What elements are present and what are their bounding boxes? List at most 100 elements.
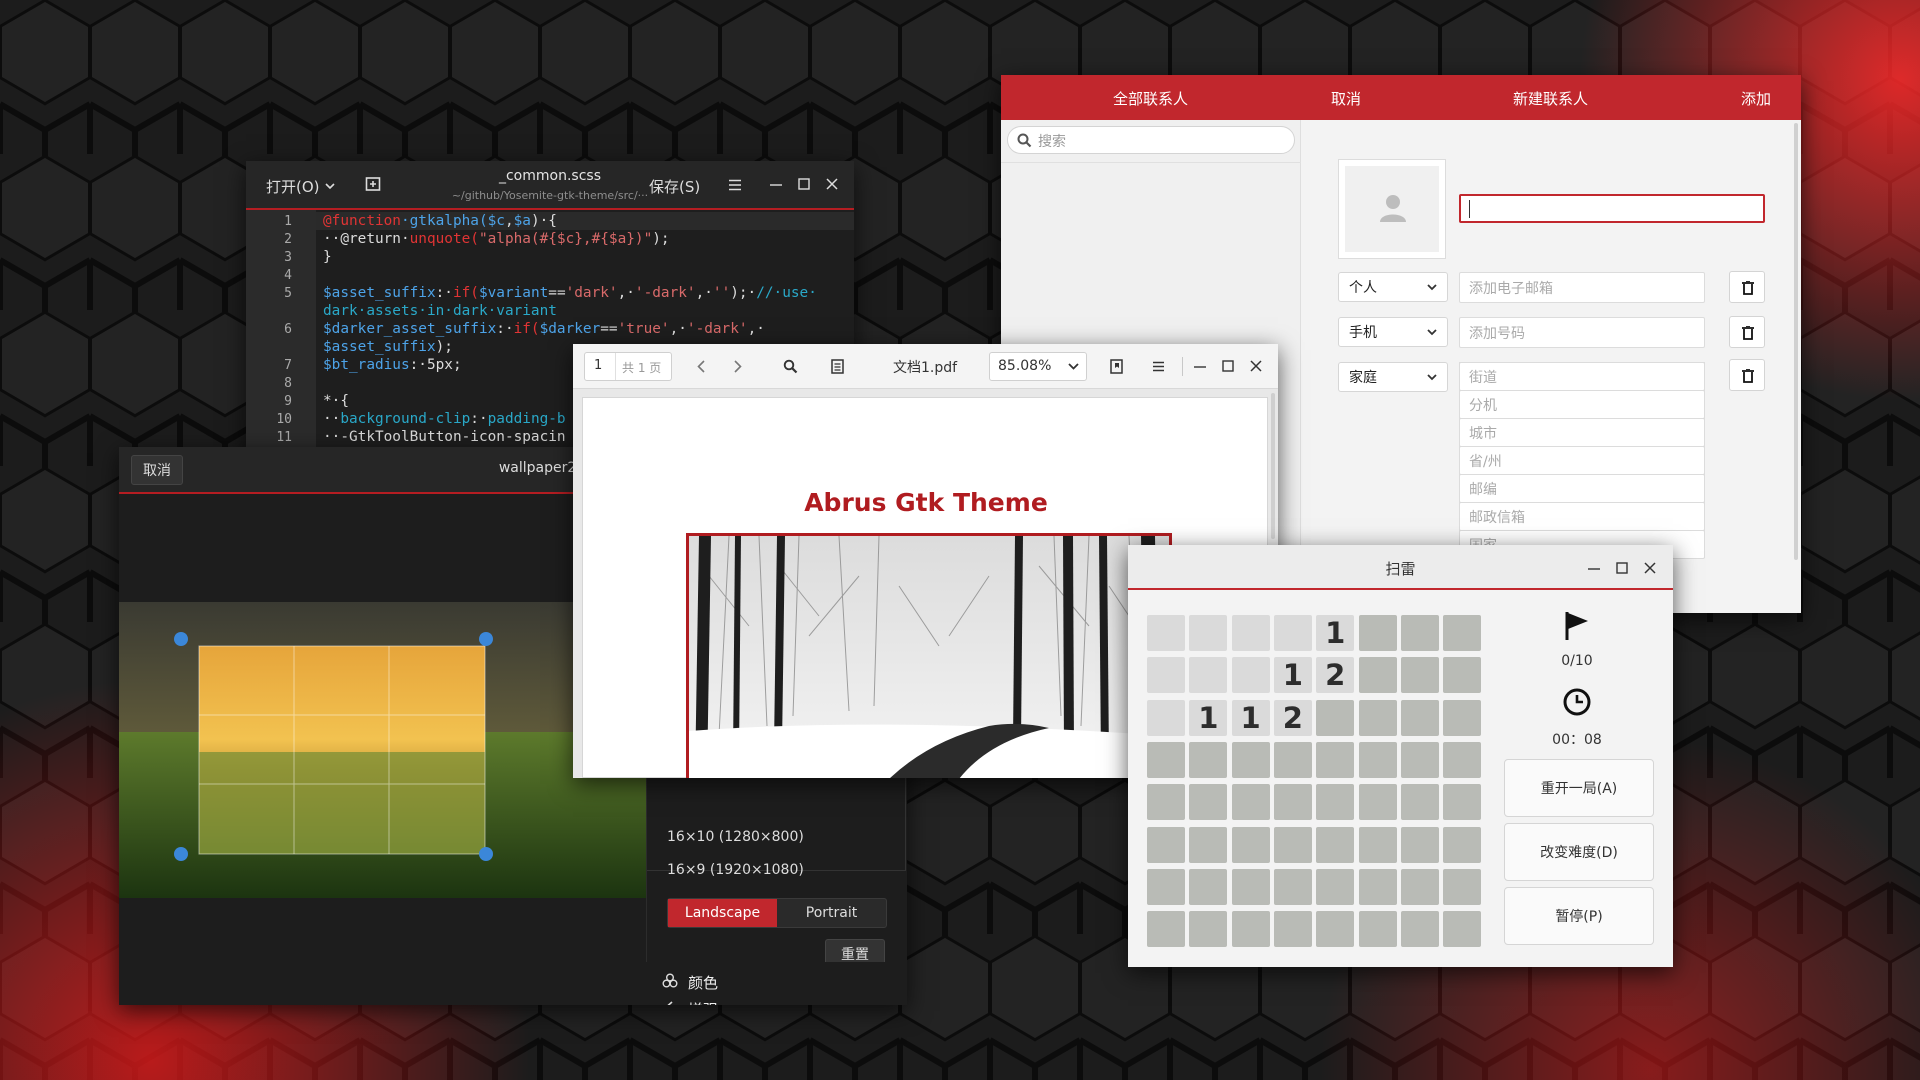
mine-cell[interactable]	[1400, 868, 1439, 905]
save-button[interactable]: 保存(S)	[649, 176, 700, 197]
mine-cell[interactable]	[1400, 615, 1439, 651]
mine-cell[interactable]	[1231, 657, 1270, 694]
mine-cell[interactable]	[1443, 615, 1482, 651]
po-box-field[interactable]: 邮政信箱	[1459, 502, 1705, 531]
mine-cell[interactable]	[1358, 911, 1397, 948]
mine-cell[interactable]	[1189, 826, 1228, 863]
mine-cell[interactable]	[1443, 826, 1482, 863]
bookmark-icon[interactable]	[1110, 359, 1123, 374]
mine-cell[interactable]	[1443, 868, 1482, 905]
mine-cell[interactable]	[1400, 911, 1439, 948]
mine-cell[interactable]	[1147, 615, 1185, 651]
image-canvas[interactable]	[119, 602, 646, 898]
delete-phone-button[interactable]	[1729, 316, 1765, 348]
minimize-icon[interactable]	[1194, 366, 1206, 368]
mine-cell[interactable]	[1358, 741, 1397, 778]
mine-cell[interactable]	[1231, 911, 1270, 948]
mine-cell[interactable]	[1443, 911, 1482, 948]
ratio-16x9-option[interactable]: 16×9 (1920×1080)	[667, 862, 804, 878]
phone-field[interactable]: 添加号码	[1459, 317, 1705, 348]
cancel-button[interactable]: 取消	[1331, 88, 1361, 109]
delete-address-button[interactable]	[1729, 359, 1765, 391]
province-field[interactable]: 省/州	[1459, 446, 1705, 475]
mine-cell[interactable]	[1358, 826, 1397, 863]
street-field[interactable]: 街道	[1459, 362, 1705, 391]
mine-cell[interactable]	[1231, 868, 1270, 905]
contacts-scrollbar[interactable]	[1794, 123, 1798, 560]
mine-cell[interactable]	[1358, 699, 1397, 736]
mine-cell[interactable]	[1358, 615, 1397, 651]
address-type-select[interactable]: 家庭	[1338, 362, 1448, 392]
delete-email-button[interactable]	[1729, 271, 1765, 303]
extension-field[interactable]: 分机	[1459, 390, 1705, 419]
mine-cell[interactable]	[1147, 699, 1185, 736]
color-label[interactable]: 颜色	[688, 972, 718, 993]
mine-cell[interactable]	[1316, 868, 1355, 905]
change-difficulty-button[interactable]: 改变难度(D)	[1504, 823, 1654, 881]
document-properties-icon[interactable]	[831, 359, 844, 374]
postcode-field[interactable]: 邮编	[1459, 474, 1705, 503]
mine-cell[interactable]	[1316, 784, 1355, 821]
add-button[interactable]: 添加	[1741, 88, 1771, 109]
zoom-select[interactable]: 85.08%	[989, 352, 1087, 381]
mine-cell[interactable]	[1443, 657, 1482, 694]
hamburger-menu-icon[interactable]	[728, 179, 742, 191]
landscape-button[interactable]: Landscape	[668, 899, 777, 927]
mine-cell[interactable]	[1189, 868, 1228, 905]
minimize-icon[interactable]	[770, 184, 782, 186]
cancel-button[interactable]: 取消	[131, 455, 183, 485]
pdf-scrollbar[interactable]	[1271, 393, 1275, 539]
mine-cell[interactable]	[1400, 699, 1439, 736]
mine-cell[interactable]: 2	[1273, 699, 1312, 736]
mine-cell[interactable]: 1	[1273, 657, 1312, 694]
mine-cell[interactable]	[1147, 741, 1185, 778]
mine-cell[interactable]	[1231, 784, 1270, 821]
city-field[interactable]: 城市	[1459, 418, 1705, 447]
maximize-icon[interactable]	[1222, 360, 1234, 372]
mine-cell[interactable]	[1189, 741, 1228, 778]
mine-cell[interactable]	[1231, 615, 1270, 651]
email-type-select[interactable]: 个人	[1338, 272, 1448, 302]
mine-cell[interactable]	[1443, 784, 1482, 821]
name-field[interactable]	[1459, 194, 1765, 223]
portrait-button[interactable]: Portrait	[777, 899, 886, 927]
maximize-icon[interactable]	[798, 178, 810, 190]
crop-handle-top-left[interactable]	[174, 632, 188, 646]
hamburger-menu-icon[interactable]	[1152, 361, 1165, 372]
mine-cell[interactable]	[1273, 741, 1312, 778]
mine-cell[interactable]	[1231, 741, 1270, 778]
enhance-label[interactable]: 增强	[688, 999, 718, 1005]
mine-cell[interactable]: 1	[1316, 615, 1355, 651]
mine-cell[interactable]	[1316, 699, 1355, 736]
mine-cell[interactable]	[1189, 911, 1228, 948]
mine-cell[interactable]	[1358, 657, 1397, 694]
mine-cell[interactable]	[1273, 615, 1312, 651]
mine-cell[interactable]	[1358, 784, 1397, 821]
next-page-icon[interactable]	[734, 360, 742, 373]
mine-cell[interactable]	[1189, 784, 1228, 821]
mine-cell[interactable]	[1147, 657, 1185, 694]
ratio-16x10-option[interactable]: 16×10 (1280×800)	[667, 829, 804, 845]
crop-handle-bottom-left[interactable]	[174, 847, 188, 861]
search-icon[interactable]	[783, 359, 798, 374]
mine-cell[interactable]	[1443, 741, 1482, 778]
mine-cell[interactable]	[1316, 741, 1355, 778]
mine-cell[interactable]	[1400, 741, 1439, 778]
mine-cell[interactable]	[1273, 826, 1312, 863]
mine-cell[interactable]: 2	[1316, 657, 1355, 694]
restart-button[interactable]: 重开一局(A)	[1504, 759, 1654, 817]
maximize-icon[interactable]	[1616, 562, 1628, 574]
mine-cell[interactable]	[1316, 826, 1355, 863]
mine-cell[interactable]	[1189, 615, 1228, 651]
phone-type-select[interactable]: 手机	[1338, 317, 1448, 347]
mine-cell[interactable]	[1147, 868, 1185, 905]
crop-handle-bottom-right[interactable]	[479, 847, 493, 861]
mine-cell[interactable]	[1147, 826, 1185, 863]
page-number-input[interactable]: 1 共 1 页	[584, 352, 672, 381]
mine-cell[interactable]	[1358, 868, 1397, 905]
pause-button[interactable]: 暂停(P)	[1504, 887, 1654, 945]
mine-cell[interactable]	[1231, 826, 1270, 863]
mine-cell[interactable]	[1273, 784, 1312, 821]
close-icon[interactable]	[1250, 360, 1262, 372]
mine-cell[interactable]	[1400, 784, 1439, 821]
